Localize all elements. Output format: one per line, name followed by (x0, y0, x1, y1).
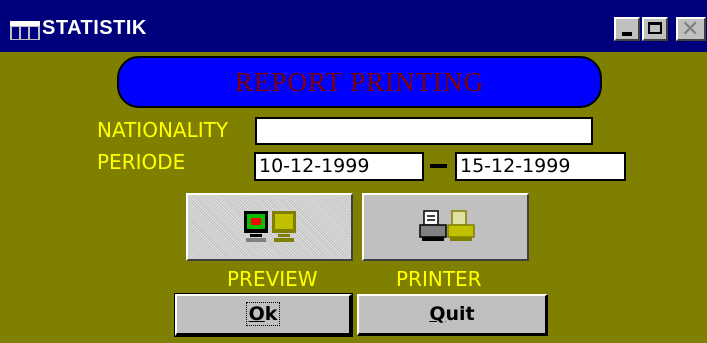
period-separator (430, 164, 447, 168)
ok-label: k (264, 303, 278, 325)
window-title: STATISTIK (42, 17, 147, 39)
monitor-icon (243, 211, 296, 242)
preview-button[interactable] (186, 193, 353, 261)
nationality-input[interactable] (255, 117, 593, 145)
printer-caption: PRINTER (396, 267, 482, 291)
banner-title: REPORT PRINTING (234, 67, 485, 97)
ok-button[interactable]: Ok (174, 293, 353, 337)
quit-accelerator: Q (429, 303, 446, 325)
close-icon: ✕ (681, 17, 700, 42)
maximize-button[interactable] (642, 17, 668, 41)
minimize-button[interactable] (614, 17, 640, 41)
close-button[interactable]: ✕ (676, 17, 706, 42)
preview-caption: PREVIEW (227, 267, 318, 291)
statistik-window: STATISTIK ✕ REPORT PRINTING NATIONALITY … (0, 0, 707, 343)
quit-label: uit (445, 303, 475, 325)
maximize-icon (648, 22, 662, 34)
title-bar[interactable]: STATISTIK ✕ (0, 0, 707, 52)
ok-focus-rect: Ok (245, 302, 281, 326)
periode-label: PERIODE (97, 150, 186, 174)
ok-accelerator: O (248, 303, 265, 325)
period-from-input[interactable]: 10-12-1999 (254, 152, 424, 181)
nationality-label: NATIONALITY (97, 118, 229, 142)
report-banner: REPORT PRINTING (117, 56, 602, 108)
quit-button[interactable]: Quit (357, 294, 548, 336)
app-icon (10, 21, 40, 40)
printer-icon (418, 210, 475, 241)
period-to-input[interactable]: 15-12-1999 (455, 152, 626, 181)
printer-button[interactable] (362, 193, 529, 261)
